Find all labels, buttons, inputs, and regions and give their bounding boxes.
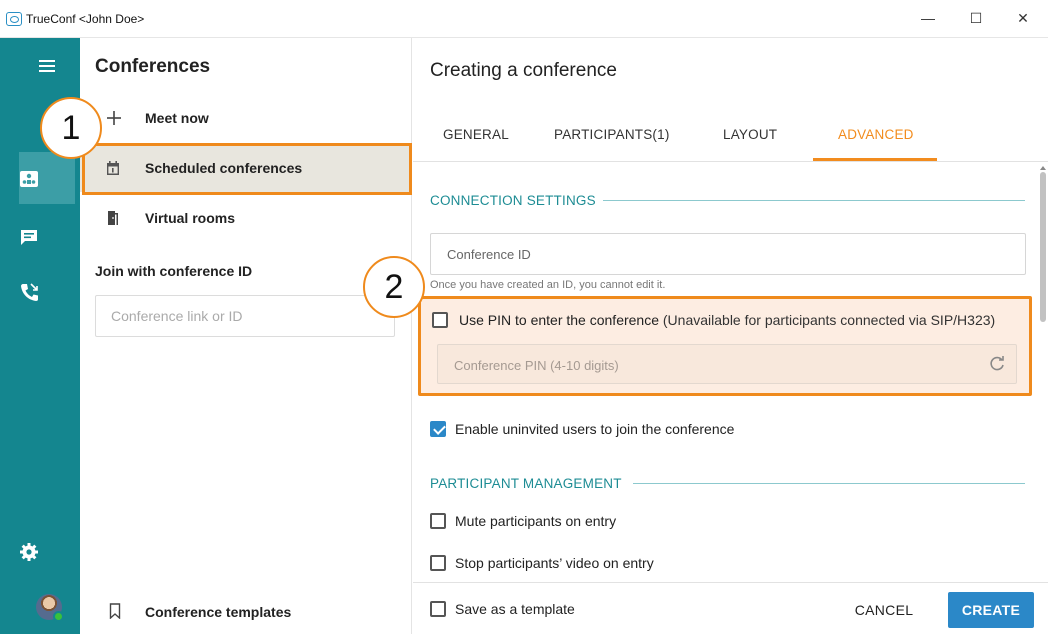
stop-video-checkbox[interactable] — [430, 555, 446, 571]
minimize-button[interactable]: — — [911, 6, 945, 30]
use-pin-label: Use PIN to enter the conference (Unavail… — [459, 312, 995, 328]
app-window: TrueConf <John Doe> — ☐ ✕ Conferences Me… — [0, 0, 1048, 634]
tab-participants[interactable]: PARTICIPANTS(1) — [554, 127, 670, 142]
tab-advanced[interactable]: ADVANCED — [838, 127, 914, 142]
uninvited-users-label: Enable uninvited users to join the confe… — [455, 421, 735, 437]
title-bar: TrueConf <John Doe> — ☐ ✕ — [0, 0, 1048, 38]
callout-highlight-scheduled — [82, 143, 412, 195]
scrollbar[interactable] — [1039, 172, 1047, 582]
rail-item-chat[interactable] — [19, 212, 75, 264]
use-pin-note: (Unavailable for participants connected … — [662, 312, 996, 328]
rail-item-settings[interactable] — [19, 526, 75, 578]
rail-item-conferences[interactable] — [19, 152, 75, 204]
create-button[interactable]: CREATE — [948, 592, 1034, 628]
conferences-icon — [20, 171, 38, 187]
main-header: Creating a conference GENERAL PARTICIPAN… — [413, 38, 1048, 162]
mute-on-entry-checkbox[interactable] — [430, 513, 446, 529]
meet-now-item[interactable]: Meet now — [80, 96, 412, 142]
maximize-button[interactable]: ☐ — [959, 6, 993, 30]
scroll-thumb[interactable] — [1040, 172, 1046, 322]
close-window-button[interactable]: ✕ — [1006, 6, 1040, 30]
door-icon — [108, 211, 118, 225]
menu-icon — [39, 60, 55, 72]
join-title: Join with conference ID — [95, 263, 253, 279]
cancel-button[interactable]: CANCEL — [841, 593, 927, 627]
connection-settings-title: CONNECTION SETTINGS — [430, 193, 596, 208]
callout-number-1: 1 — [40, 97, 102, 159]
conference-id-input[interactable] — [430, 233, 1026, 275]
pin-settings-box: Use PIN to enter the conference (Unavail… — [418, 296, 1032, 396]
conference-pin-placeholder: Conference PIN (4-10 digits) — [454, 358, 619, 373]
page-title: Creating a conference — [430, 60, 617, 81]
uninvited-users-checkbox[interactable] — [430, 421, 446, 437]
mute-on-entry-label: Mute participants on entry — [455, 513, 617, 529]
rail-item-calls[interactable] — [19, 266, 75, 318]
settings-icon — [20, 543, 38, 561]
online-status-dot — [53, 611, 64, 622]
window-title: TrueConf <John Doe> — [26, 12, 145, 26]
conference-templates-label: Conference templates — [145, 604, 292, 620]
dialog-footer: Save as a template CANCEL CREATE — [413, 582, 1048, 634]
tab-layout[interactable]: LAYOUT — [723, 127, 777, 142]
conference-id-hint: Once you have created an ID, you cannot … — [430, 279, 666, 291]
trueconf-logo-icon — [6, 12, 22, 26]
callout-number-2: 2 — [363, 256, 425, 318]
meet-now-label: Meet now — [145, 110, 209, 126]
section-divider — [603, 200, 1025, 201]
virtual-rooms-label: Virtual rooms — [145, 210, 235, 226]
use-pin-checkbox[interactable] — [432, 312, 448, 328]
section-divider — [633, 483, 1025, 484]
virtual-rooms-item[interactable]: Virtual rooms — [80, 196, 412, 242]
conference-pin-field[interactable]: Conference PIN (4-10 digits) — [437, 344, 1017, 384]
participant-management-title: PARTICIPANT MANAGEMENT — [430, 476, 622, 491]
save-template-checkbox[interactable] — [430, 601, 446, 617]
use-pin-text: Use PIN to enter the conference — [459, 312, 659, 328]
bookmark-icon — [109, 603, 121, 619]
conference-link-input[interactable] — [95, 295, 395, 337]
tab-general[interactable]: GENERAL — [443, 127, 509, 142]
save-template-label: Save as a template — [455, 601, 575, 617]
chat-icon — [21, 230, 37, 245]
stop-video-label: Stop participants’ video on entry — [455, 555, 654, 571]
conferences-panel: Conferences Meet now Scheduled conferenc… — [80, 38, 412, 634]
panel-title: Conferences — [95, 56, 211, 77]
plus-icon — [107, 111, 121, 125]
calls-icon — [21, 283, 38, 301]
menu-button[interactable] — [19, 42, 75, 94]
active-tab-indicator — [813, 158, 937, 161]
conference-templates-item[interactable]: Conference templates — [80, 590, 412, 630]
scroll-up-arrow[interactable] — [1040, 166, 1046, 170]
refresh-icon[interactable] — [988, 355, 1006, 373]
create-conference-panel: Creating a conference GENERAL PARTICIPAN… — [413, 38, 1048, 634]
